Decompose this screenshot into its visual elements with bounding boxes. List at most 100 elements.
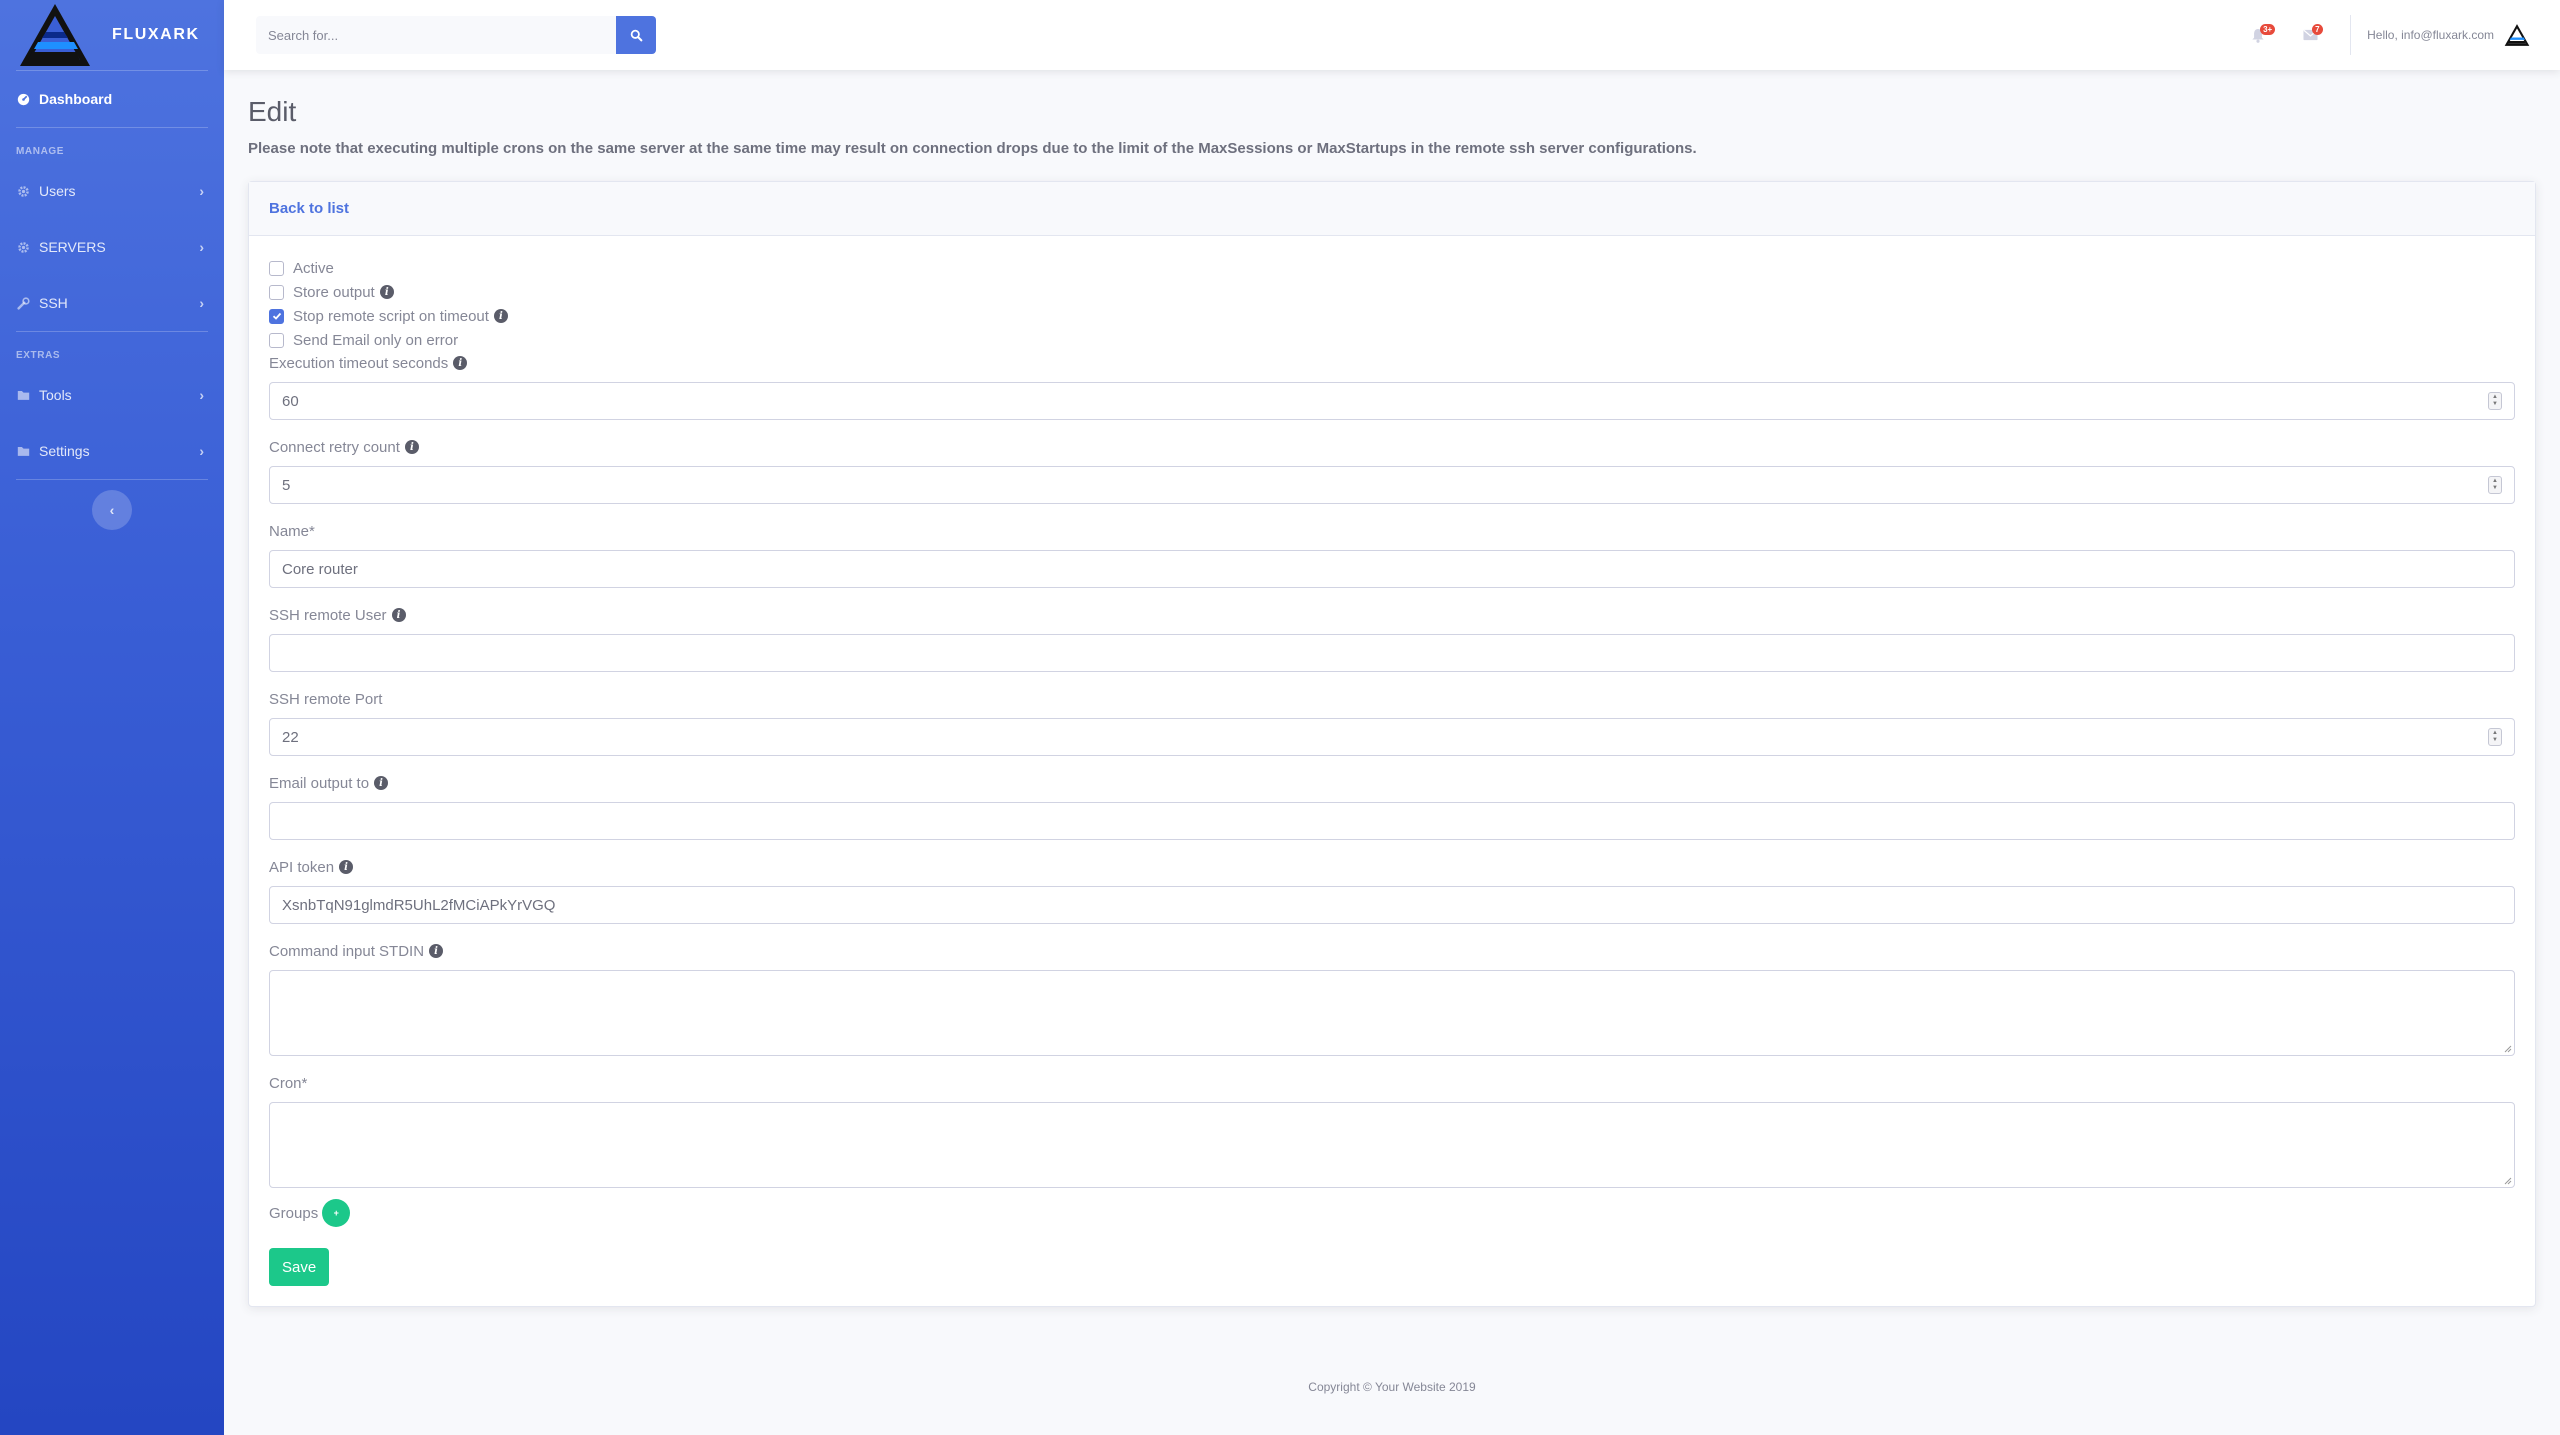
field-label: Cron* xyxy=(269,1072,2515,1094)
ssh-port-input[interactable]: 22 ▲ ▼ xyxy=(269,718,2515,756)
email-output-field: Email output to i xyxy=(269,772,2515,840)
chevron-right-icon: › xyxy=(199,387,204,403)
api-token-input[interactable]: XsnbTqN91glmdR5UhL2fMCiAPkYrVGQ xyxy=(269,886,2515,924)
info-icon[interactable]: i xyxy=(453,356,468,370)
number-spinner[interactable]: ▲ ▼ xyxy=(2488,392,2502,410)
cog-icon xyxy=(16,240,30,254)
avatar xyxy=(2504,24,2530,46)
checkbox-send-email-on-error[interactable] xyxy=(269,332,284,348)
field-label: API token i xyxy=(269,856,2515,878)
edit-card: Back to list Active Store output i Stop … xyxy=(248,181,2536,1307)
sidebar-item-label: Dashboard xyxy=(39,91,113,107)
search-icon xyxy=(630,29,642,41)
stdin-textarea[interactable] xyxy=(269,970,2515,1056)
field-label: Execution timeout seconds i xyxy=(269,352,2515,374)
messages-badge: 7 xyxy=(2312,24,2323,35)
page-title: Edit xyxy=(248,96,297,127)
sidebar-item-dashboard[interactable]: Dashboard xyxy=(0,71,224,127)
sidebar: FLUXARK Dashboard MANAGE Users › SERVERS… xyxy=(0,0,224,1435)
sidebar-item-ssh[interactable]: SSH › xyxy=(0,275,224,331)
ssh-port-label: SSH remote Port xyxy=(269,690,383,708)
execution-timeout-label: Execution timeout seconds xyxy=(269,354,449,372)
chevron-right-icon: › xyxy=(199,443,204,459)
chevron-right-icon: › xyxy=(199,183,204,199)
checkbox-label: Store output xyxy=(293,283,375,301)
name-input[interactable]: Core router xyxy=(269,550,2515,588)
plus-icon: + xyxy=(333,1208,339,1218)
checkbox-active-row: Active xyxy=(269,256,2515,280)
checkbox-active[interactable] xyxy=(269,260,284,276)
sidebar-item-tools[interactable]: Tools › xyxy=(0,367,224,423)
search-input[interactable] xyxy=(256,16,616,54)
sidebar-item-label: Tools xyxy=(39,387,72,403)
search-button[interactable] xyxy=(616,16,656,54)
cron-textarea[interactable] xyxy=(269,1102,2515,1188)
topbar: 3+ 7 Hello, info@fluxark.com xyxy=(224,0,2560,70)
brand[interactable]: FLUXARK xyxy=(0,0,224,70)
fluxark-logo xyxy=(20,4,90,66)
checkbox-label: Stop remote script on timeout xyxy=(293,307,489,325)
info-icon[interactable]: i xyxy=(493,309,508,323)
sidebar-toggle-button[interactable]: ‹ xyxy=(92,490,132,530)
checkbox-stop-remote-script[interactable] xyxy=(269,308,284,324)
api-token-field: API token i XsnbTqN91glmdR5UhL2fMCiAPkYr… xyxy=(269,856,2515,924)
card-header: Back to list xyxy=(249,182,2535,236)
user-dropdown[interactable]: Hello, info@fluxark.com xyxy=(2367,22,2560,48)
sidebar-heading-manage: MANAGE xyxy=(16,146,65,157)
retry-count-field: Connect retry count i 5 ▲ ▼ xyxy=(269,436,2515,504)
retry-count-label: Connect retry count xyxy=(269,438,400,456)
execution-timeout-field: Execution timeout seconds i 60 ▲ ▼ xyxy=(269,352,2515,420)
checkbox-label: Send Email only on error xyxy=(293,331,459,349)
sidebar-divider xyxy=(16,479,208,480)
input-value: XsnbTqN91glmdR5UhL2fMCiAPkYrVGQ xyxy=(282,896,556,914)
field-label: SSH remote User i xyxy=(269,604,2515,626)
footer: Copyright © Your Website 2019 xyxy=(224,1380,2560,1394)
info-icon[interactable]: i xyxy=(404,440,419,454)
ssh-user-input[interactable] xyxy=(269,634,2515,672)
cog-icon xyxy=(16,184,30,198)
name-field: Name* Core router xyxy=(269,520,2515,588)
checkbox-store-output[interactable] xyxy=(269,284,284,300)
edit-form: Active Store output i Stop remote script… xyxy=(249,236,2535,1306)
cron-field: Cron* xyxy=(269,1072,2515,1188)
add-group-button[interactable]: + xyxy=(322,1199,351,1227)
info-icon[interactable]: i xyxy=(379,285,394,299)
sidebar-item-label: Users xyxy=(39,183,76,199)
retry-count-input[interactable]: 5 ▲ ▼ xyxy=(269,466,2515,504)
email-output-input[interactable] xyxy=(269,802,2515,840)
back-to-list-link[interactable]: Back to list xyxy=(269,200,349,217)
tachometer-icon xyxy=(16,92,30,106)
info-icon[interactable]: i xyxy=(374,776,389,790)
sidebar-item-users[interactable]: Users › xyxy=(0,163,224,219)
user-greeting: Hello, info@fluxark.com xyxy=(2367,28,2494,42)
api-token-label: API token xyxy=(269,858,335,876)
info-icon[interactable]: i xyxy=(391,608,406,622)
sidebar-item-settings[interactable]: Settings › xyxy=(0,423,224,479)
topbar-right: 3+ 7 Hello, info@fluxark.com xyxy=(2232,0,2560,70)
input-value: 5 xyxy=(282,476,291,494)
resize-grip-icon[interactable] xyxy=(2502,1175,2512,1185)
save-button[interactable]: Save xyxy=(269,1248,330,1286)
field-label: Connect retry count i xyxy=(269,436,2515,458)
brand-name: FLUXARK xyxy=(112,26,200,43)
chevron-right-icon: › xyxy=(199,295,204,311)
ssh-port-field: SSH remote Port 22 ▲ ▼ xyxy=(269,688,2515,756)
sidebar-heading-extras: EXTRAS xyxy=(16,350,61,361)
number-spinner[interactable]: ▲ ▼ xyxy=(2488,728,2502,746)
alerts-dropdown[interactable]: 3+ xyxy=(2232,0,2284,70)
number-spinner[interactable]: ▲ ▼ xyxy=(2488,476,2502,494)
messages-dropdown[interactable]: 7 xyxy=(2284,0,2336,70)
info-icon[interactable]: i xyxy=(429,944,444,958)
folder-icon xyxy=(16,444,30,458)
folder-icon xyxy=(16,388,30,402)
resize-grip-icon[interactable] xyxy=(2502,1043,2512,1053)
info-icon[interactable]: i xyxy=(339,860,354,874)
groups-label: Groups xyxy=(269,1204,319,1222)
wrench-icon xyxy=(16,296,30,310)
field-label: Email output to i xyxy=(269,772,2515,794)
cron-label: Cron* xyxy=(269,1074,308,1092)
email-output-label: Email output to xyxy=(269,774,370,792)
checkbox-label: Active xyxy=(293,259,334,277)
sidebar-item-servers[interactable]: SERVERS › xyxy=(0,219,224,275)
execution-timeout-input[interactable]: 60 ▲ ▼ xyxy=(269,382,2515,420)
